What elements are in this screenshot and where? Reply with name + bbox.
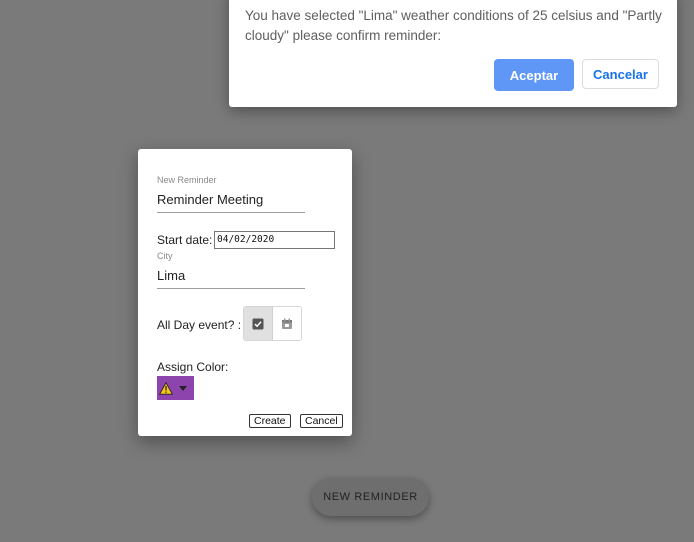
reminder-title-underline [157, 212, 305, 213]
start-date-input[interactable]: 04/02/2020 [214, 231, 335, 249]
confirm-message: You have selected "Lima" weather conditi… [245, 8, 662, 43]
start-date-label: Start date: [157, 233, 213, 247]
all-day-yes-toggle[interactable] [244, 307, 273, 340]
chevron-down-icon [179, 385, 187, 391]
city-label: City [157, 251, 173, 261]
reminder-title-label: New Reminder [157, 175, 217, 185]
city-input[interactable]: Lima [157, 268, 185, 283]
cancel-button[interactable]: Cancel [300, 414, 343, 428]
color-picker-dropdown[interactable] [157, 376, 194, 400]
accept-button[interactable]: Aceptar [494, 59, 574, 91]
confirm-dialog: You have selected "Lima" weather conditi… [229, 0, 677, 107]
city-underline [157, 288, 305, 289]
warning-icon [159, 381, 173, 395]
cancel-confirm-button[interactable]: Cancelar [582, 59, 659, 89]
all-day-no-toggle[interactable] [273, 307, 301, 340]
assign-color-label: Assign Color: [157, 360, 229, 374]
all-day-label: All Day event? : [157, 318, 242, 332]
all-day-toggle-group [243, 306, 302, 341]
calendar-icon [282, 318, 292, 329]
check-box-icon [252, 318, 264, 329]
reminder-form-card: New Reminder Reminder Meeting Start date… [138, 149, 352, 436]
reminder-title-input[interactable]: Reminder Meeting [157, 192, 263, 207]
new-reminder-button[interactable]: NEW REMINDER [312, 478, 429, 516]
create-button[interactable]: Create [249, 414, 291, 428]
